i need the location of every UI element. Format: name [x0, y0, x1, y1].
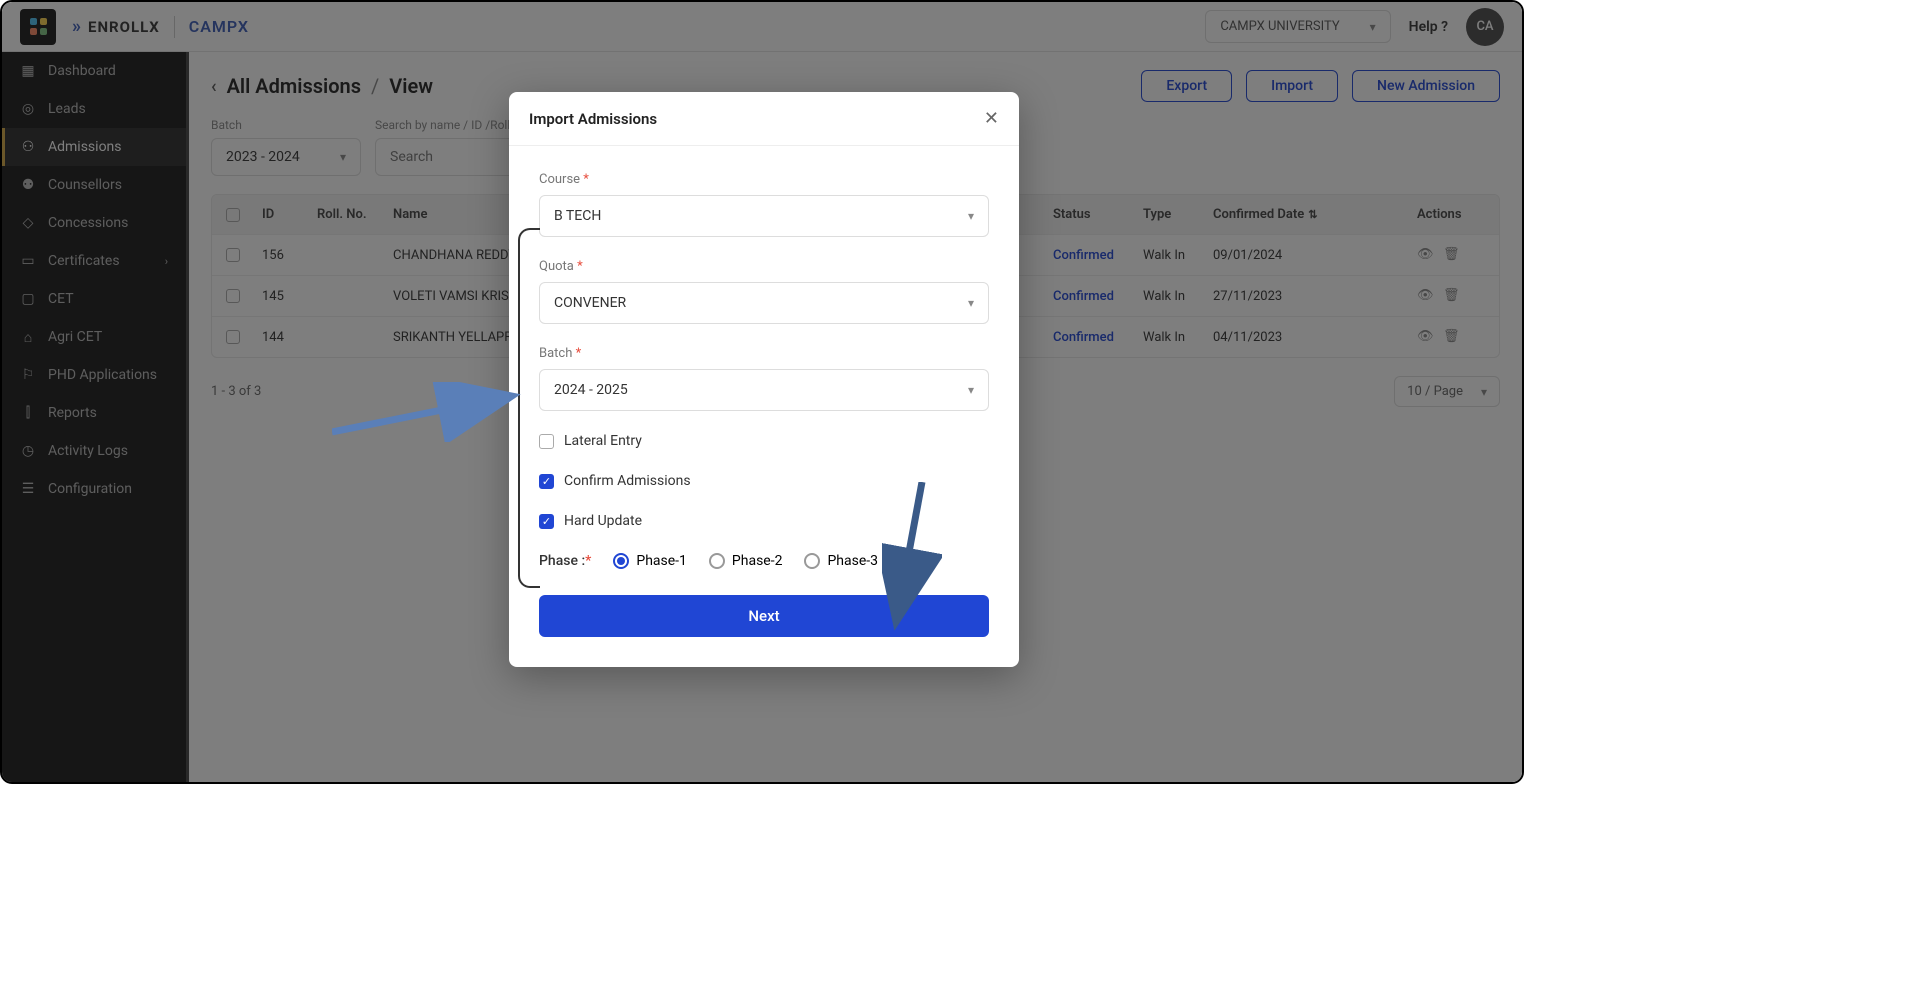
- radio-icon: [613, 553, 629, 569]
- confirm-admissions-checkbox[interactable]: ✓: [539, 474, 554, 489]
- batch-label: Batch *: [539, 346, 989, 361]
- radio-icon: [804, 553, 820, 569]
- phase-2-radio[interactable]: Phase-2: [709, 553, 783, 569]
- annotation-bracket: [518, 228, 540, 588]
- phase-1-radio[interactable]: Phase-1: [613, 553, 687, 569]
- lateral-entry-checkbox[interactable]: [539, 434, 554, 449]
- chevron-down-icon: ▾: [968, 209, 974, 223]
- confirm-admissions-label: Confirm Admissions: [564, 473, 691, 489]
- import-admissions-modal: Import Admissions ✕ Course * B TECH ▾ Qu…: [509, 92, 1019, 667]
- radio-icon: [709, 553, 725, 569]
- modal-title: Import Admissions: [529, 110, 657, 128]
- quota-value: CONVENER: [554, 295, 626, 311]
- phase-label: Phase :*: [539, 553, 591, 569]
- confirm-admissions-checkbox-row[interactable]: ✓ Confirm Admissions: [539, 473, 989, 489]
- chevron-down-icon: ▾: [968, 296, 974, 310]
- course-select[interactable]: B TECH ▾: [539, 195, 989, 237]
- next-button[interactable]: Next: [539, 595, 989, 637]
- hard-update-checkbox[interactable]: ✓: [539, 514, 554, 529]
- lateral-entry-checkbox-row[interactable]: Lateral Entry: [539, 433, 989, 449]
- quota-label: Quota *: [539, 259, 989, 274]
- course-label: Course *: [539, 172, 989, 187]
- quota-select[interactable]: CONVENER ▾: [539, 282, 989, 324]
- chevron-down-icon: ▾: [968, 383, 974, 397]
- hard-update-checkbox-row[interactable]: ✓ Hard Update: [539, 513, 989, 529]
- lateral-entry-label: Lateral Entry: [564, 433, 642, 449]
- phase-3-radio[interactable]: Phase-3: [804, 553, 878, 569]
- close-icon[interactable]: ✕: [984, 108, 999, 129]
- modal-batch-select[interactable]: 2024 - 2025 ▾: [539, 369, 989, 411]
- course-value: B TECH: [554, 208, 601, 224]
- hard-update-label: Hard Update: [564, 513, 642, 529]
- batch-value: 2024 - 2025: [554, 382, 628, 398]
